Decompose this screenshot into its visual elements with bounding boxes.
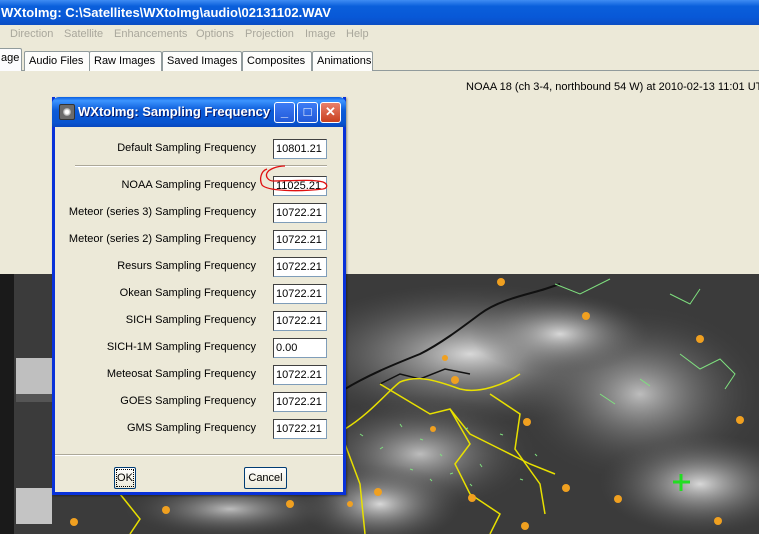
goes-sampling-input[interactable]: 10722.21: [273, 392, 327, 412]
tab-saved-images[interactable]: Saved Images: [162, 51, 242, 71]
dialog-title: WXtoImg: Sampling Frequency: [78, 104, 271, 119]
sich1m-sampling-input[interactable]: 0.00: [273, 338, 327, 358]
menu-enhancements[interactable]: Enhancements: [114, 28, 187, 40]
meteor3-sampling-label: Meteor (series 3) Sampling Frequency: [68, 206, 256, 218]
tab-raw-images[interactable]: Raw Images: [89, 51, 162, 71]
tab-image[interactable]: age: [0, 48, 22, 72]
menu-help[interactable]: Help: [346, 28, 369, 40]
row-okean: Okean Sampling Frequency 10722.21: [55, 284, 343, 304]
close-icon: ✕: [325, 104, 336, 119]
row-default: Default Sampling Frequency 10801.21: [55, 139, 343, 159]
meteor3-sampling-input[interactable]: 10722.21: [273, 203, 327, 223]
row-noaa: NOAA Sampling Frequency 11025.21: [55, 176, 343, 196]
resurs-sampling-label: Resurs Sampling Frequency: [117, 260, 256, 272]
tab-composites[interactable]: Composites: [242, 51, 312, 71]
okean-sampling-input[interactable]: 10722.21: [273, 284, 327, 304]
maximize-icon: □: [303, 104, 312, 119]
row-meteor2: Meteor (series 2) Sampling Frequency 107…: [55, 230, 343, 250]
resurs-sampling-input[interactable]: 10722.21: [273, 257, 327, 277]
noaa-sampling-label: NOAA Sampling Frequency: [121, 179, 256, 191]
tab-strip: age Audio Files Raw Images Saved Images …: [0, 45, 759, 72]
gms-sampling-label: GMS Sampling Frequency: [127, 422, 256, 434]
dialog-body: Default Sampling Frequency 10801.21 NOAA…: [55, 127, 343, 492]
menu-projection[interactable]: Projection: [245, 28, 294, 40]
app-icon: [59, 104, 75, 120]
row-gms: GMS Sampling Frequency 10722.21: [55, 419, 343, 439]
row-sich: SICH Sampling Frequency 10722.21: [55, 311, 343, 331]
minimize-button[interactable]: _: [274, 102, 295, 123]
meteor2-sampling-input[interactable]: 10722.21: [273, 230, 327, 250]
gms-sampling-input[interactable]: 10722.21: [273, 419, 327, 439]
dialog-title-bar[interactable]: WXtoImg: Sampling Frequency _ □ ✕: [52, 97, 346, 127]
row-meteor3: Meteor (series 3) Sampling Frequency 107…: [55, 203, 343, 223]
tab-audio-files[interactable]: Audio Files: [24, 51, 90, 71]
meteosat-sampling-label: Meteosat Sampling Frequency: [106, 368, 256, 380]
main-window-title: WXtoImg: C:\Satellites\WXtoImg\audio\021…: [0, 0, 759, 25]
sich1m-sampling-label: SICH-1M Sampling Frequency: [106, 341, 256, 353]
row-meteosat: Meteosat Sampling Frequency 10722.21: [55, 365, 343, 385]
status-line: NOAA 18 (ch 3-4, northbound 54 W) at 201…: [466, 81, 759, 93]
ok-button[interactable]: OK: [114, 467, 136, 489]
menu-options[interactable]: Options: [196, 28, 234, 40]
meteosat-sampling-input[interactable]: 10722.21: [273, 365, 327, 385]
row-goes: GOES Sampling Frequency 10722.21: [55, 392, 343, 412]
default-sampling-input[interactable]: 10801.21: [273, 139, 327, 159]
menu-image[interactable]: Image: [305, 28, 336, 40]
cancel-button[interactable]: Cancel: [244, 467, 287, 489]
maximize-button[interactable]: □: [297, 102, 318, 123]
separator: [75, 165, 327, 167]
close-button[interactable]: ✕: [320, 102, 341, 123]
menu-direction[interactable]: Direction: [10, 28, 53, 40]
meteor2-sampling-label: Meteor (series 2) Sampling Frequency: [68, 233, 256, 245]
default-sampling-label: Default Sampling Frequency: [117, 142, 256, 154]
okean-sampling-label: Okean Sampling Frequency: [119, 287, 256, 299]
sich-sampling-label: SICH Sampling Frequency: [125, 314, 256, 326]
menu-satellite[interactable]: Satellite: [64, 28, 103, 40]
noaa-sampling-input[interactable]: 11025.21: [273, 176, 327, 196]
sampling-frequency-dialog: WXtoImg: Sampling Frequency _ □ ✕ Defaul…: [52, 97, 346, 495]
row-sich1m: SICH-1M Sampling Frequency 0.00: [55, 338, 343, 358]
tab-animations[interactable]: Animations: [312, 51, 373, 71]
menu-bar: Direction Satellite Enhancements Options…: [0, 25, 759, 45]
goes-sampling-label: GOES Sampling Frequency: [120, 395, 256, 407]
row-resurs: Resurs Sampling Frequency 10722.21: [55, 257, 343, 277]
minimize-icon: _: [280, 104, 289, 119]
button-separator: [55, 454, 343, 456]
sich-sampling-input[interactable]: 10722.21: [273, 311, 327, 331]
